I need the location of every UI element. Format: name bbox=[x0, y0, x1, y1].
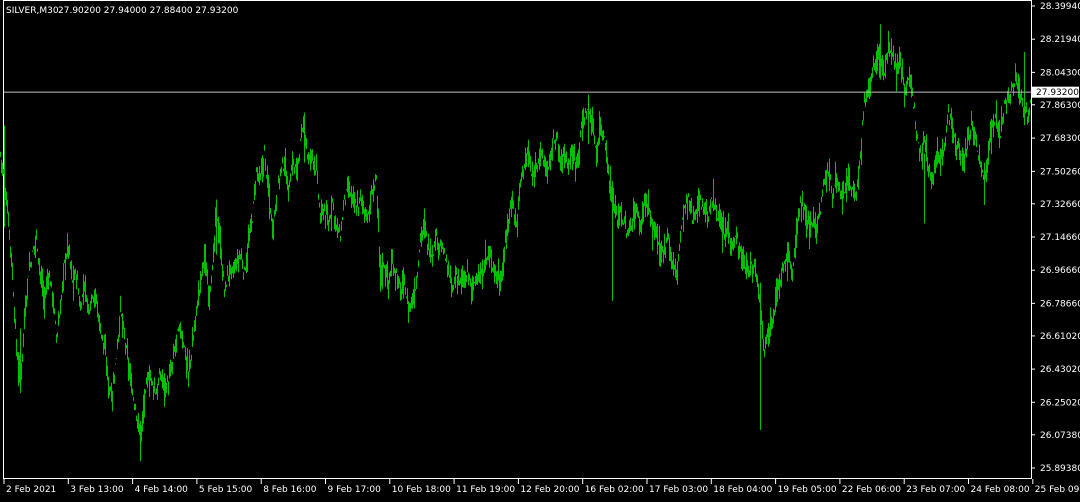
x-tick-label: 19 Feb 05:00 bbox=[778, 485, 837, 495]
y-tick-label: 28.04300 bbox=[1040, 68, 1080, 78]
y-tick-label: 25.89380 bbox=[1040, 464, 1080, 474]
x-tick-label: 5 Feb 15:00 bbox=[199, 485, 253, 495]
y-tick-label: 26.96660 bbox=[1040, 266, 1080, 276]
x-tick-label: 17 Feb 03:00 bbox=[649, 485, 708, 495]
x-tick-label: 24 Feb 08:00 bbox=[971, 485, 1030, 495]
y-tick-label: 27.32660 bbox=[1040, 200, 1080, 210]
chart-background bbox=[0, 0, 1080, 498]
price-tag-label: 27.93200 bbox=[1036, 88, 1079, 98]
y-tick-label: 27.14660 bbox=[1040, 233, 1080, 243]
x-tick-label: 22 Feb 06:00 bbox=[842, 485, 901, 495]
x-tick-label: 25 Feb 09:00 bbox=[1035, 485, 1080, 495]
price-chart[interactable]: 28.39940 28.21940 28.04300 27.86300 27.68300… bbox=[0, 0, 1080, 498]
x-tick-label: 11 Feb 19:00 bbox=[456, 485, 515, 495]
x-tick-label: 18 Feb 04:00 bbox=[713, 485, 772, 495]
price-tag: 27.93200 bbox=[1032, 86, 1079, 98]
x-tick-label: 3 Feb 13:00 bbox=[70, 485, 124, 495]
x-tick-label: 2 Feb 2021 bbox=[6, 485, 56, 495]
chart-window[interactable]: 28.39940 28.21940 28.04300 27.86300 27.68300… bbox=[0, 0, 1080, 498]
y-tick-label: 27.50260 bbox=[1040, 167, 1080, 177]
y-tick-label: 28.21940 bbox=[1040, 35, 1080, 45]
x-tick-label: 16 Feb 02:00 bbox=[585, 485, 644, 495]
x-tick-label: 8 Feb 16:00 bbox=[263, 485, 317, 495]
y-tick-label: 26.43020 bbox=[1040, 365, 1080, 375]
y-tick-label: 27.86300 bbox=[1040, 101, 1080, 111]
x-tick-label: 12 Feb 20:00 bbox=[520, 485, 579, 495]
ohlc-readout: 27.90200 27.94000 27.88400 27.93200 bbox=[58, 6, 239, 16]
y-tick-label: 27.68300 bbox=[1040, 134, 1080, 144]
x-tick-label: 23 Feb 07:00 bbox=[906, 485, 965, 495]
y-tick-label: 26.78660 bbox=[1040, 299, 1080, 309]
y-tick-label: 28.39940 bbox=[1040, 2, 1080, 12]
y-tick-label: 26.07380 bbox=[1040, 431, 1080, 441]
x-tick-label: 9 Feb 17:00 bbox=[328, 485, 382, 495]
y-tick-label: 26.61020 bbox=[1040, 332, 1080, 342]
symbol-label: SILVER,M30 bbox=[6, 6, 59, 16]
x-tick-label: 4 Feb 14:00 bbox=[135, 485, 189, 495]
x-tick-label: 10 Feb 18:00 bbox=[392, 485, 451, 495]
y-tick-label: 26.25020 bbox=[1040, 398, 1080, 408]
